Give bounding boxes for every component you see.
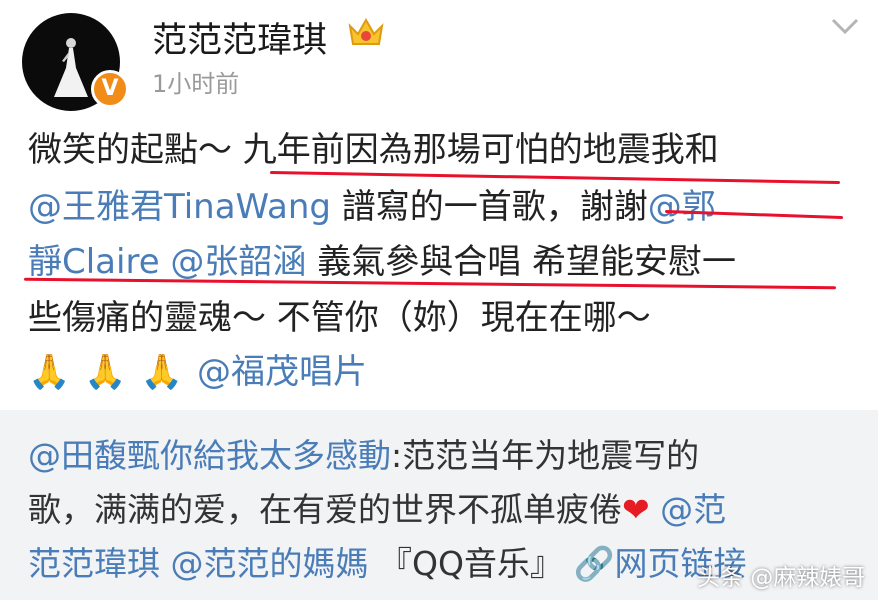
watermark: 头条 @麻辣婊哥: [697, 565, 866, 591]
weibo-post: V 范范范瑋琪 1小时前 微笑的起點～ 九年前因為那場可怕的地震我和 @王雅君T…: [0, 0, 878, 410]
mention-link[interactable]: @范: [650, 490, 726, 529]
link-icon: 🔗: [573, 544, 615, 583]
pray-emoji-icon: 🙏: [84, 352, 127, 392]
mention-link[interactable]: @田馥甄你給我太多感動: [28, 436, 391, 475]
mention-link[interactable]: @郭: [648, 187, 716, 227]
repost-text: :范范当年为地震写的: [391, 436, 700, 475]
repost-text-line: 范范瑋琪 @范范的媽媽 『QQ音乐』 🔗网页链接: [28, 544, 747, 584]
post-text-line: 靜Claire @张韶涵 義氣參與合唱 希望能安慰一: [28, 242, 736, 282]
mention-link[interactable]: 靜Claire @张韶涵: [28, 242, 306, 282]
mention-link[interactable]: @福茂唱片: [197, 352, 367, 392]
repost-text: 歌，满满的爱，在有爱的世界不孤单疲倦: [28, 490, 622, 529]
repost-text-line: 歌，满满的爱，在有爱的世界不孤单疲倦❤ @范: [28, 490, 726, 530]
heart-icon: ❤: [622, 490, 650, 529]
post-text: 譜寫的一首歌，謝謝: [330, 187, 648, 227]
post-text-line: 🙏 🙏 🙏 @福茂唱片: [28, 352, 367, 392]
pray-emoji-icon: 🙏: [140, 352, 184, 392]
post-text-line: @王雅君TinaWang 譜寫的一首歌，謝謝@郭: [28, 187, 716, 227]
username[interactable]: 范范范瑋琪: [152, 12, 327, 63]
post-text-line: 微笑的起點～ 九年前因為那場可怕的地震我和: [28, 130, 719, 170]
red-underline: [270, 171, 840, 184]
mention-link[interactable]: 范范瑋琪 @范范的媽媽: [28, 544, 369, 583]
post-text: 義氣參與合唱 希望能安慰一: [306, 242, 737, 282]
post-time: 1小时前: [152, 70, 240, 98]
repost-text-line: @田馥甄你給我太多感動:范范当年为地震写的: [28, 436, 699, 476]
crown-icon: [348, 17, 384, 45]
verified-badge-icon: V: [91, 70, 129, 108]
pray-emoji-icon: 🙏: [28, 352, 71, 392]
mention-link[interactable]: @王雅君TinaWang: [28, 187, 331, 227]
repost-text: 『QQ音乐』: [368, 544, 563, 583]
chevron-down-icon[interactable]: [830, 16, 860, 36]
post-text-line: 些傷痛的靈魂～ 不管你（妳）現在在哪～: [28, 298, 651, 338]
